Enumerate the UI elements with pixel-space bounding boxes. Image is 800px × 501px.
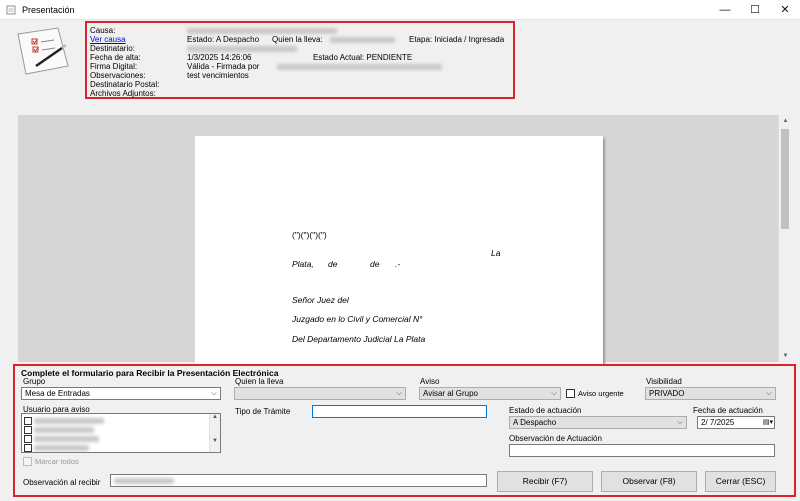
visibilidad-select-value: PRIVADO — [649, 389, 685, 398]
list-item[interactable] — [24, 442, 90, 452]
list-item[interactable] — [24, 433, 100, 443]
maximize-button[interactable]: ☐ — [740, 0, 770, 20]
quien-lleva-select-label: Quien la lleva — [235, 377, 284, 386]
doc-line-dot: .- — [395, 259, 401, 269]
causa-info-box: Causa: Ver causa Estado: A Despacho Quie… — [85, 21, 515, 99]
marcar-todos-checkbox[interactable] — [23, 457, 32, 466]
usuario-aviso-list[interactable]: ▲ ▼ — [21, 413, 221, 453]
document-page: (")(")(")(") La Plata, de de .- Señor Ju… — [195, 136, 603, 366]
document-checklist-icon — [17, 27, 69, 75]
user-checkbox[interactable] — [24, 443, 32, 452]
aviso-urgente-checkbox[interactable] — [566, 389, 575, 398]
fecha-alta-label: Fecha de alta: — [90, 53, 141, 62]
aviso-select-value: Avisar al Grupo — [423, 389, 478, 398]
scroll-down-icon[interactable]: ▼ — [779, 350, 792, 362]
fecha-actuacion-value: 2/ 7/2025 — [701, 418, 735, 427]
firmante-value — [277, 64, 442, 70]
causa-label: Causa: — [90, 26, 116, 35]
fecha-actuacion-label: Fecha de actuación — [693, 406, 763, 415]
fecha-actuacion-picker[interactable]: 2/ 7/2025 ▤▾ — [697, 416, 775, 429]
estado-text: Estado: A Despacho — [187, 35, 260, 44]
estado-actuacion-label: Estado de actuación — [509, 406, 582, 415]
minimize-button[interactable]: — — [710, 0, 740, 20]
visibilidad-select[interactable]: PRIVADO ⌵ — [645, 387, 776, 400]
etapa-text: Etapa: Iniciada / Ingresada — [409, 35, 505, 44]
title-bar: Presentación — ☐ ✕ — [0, 0, 800, 20]
doc-line-departamento: Del Departamento Judicial La Plata — [292, 334, 426, 344]
causa-value — [187, 28, 337, 34]
archivos-adjuntos-label: Archivos Adjuntos: — [90, 89, 156, 98]
app-icon — [6, 5, 16, 15]
doc-line-quotes: (")(")(")(") — [292, 230, 327, 240]
document-scrollbar[interactable]: ▲ ▼ — [778, 115, 791, 362]
chevron-down-icon: ⌵ — [396, 390, 402, 397]
aviso-urgente-label: Aviso urgente — [578, 389, 624, 398]
destinatario-label: Destinatario: — [90, 44, 135, 53]
grupo-select-value: Mesa de Entradas — [25, 389, 90, 398]
user-name — [34, 426, 95, 433]
destinatario-value — [187, 46, 297, 52]
firma-digital-label: Firma Digital: — [90, 62, 138, 71]
cerrar-button[interactable]: Cerrar (ESC) — [705, 471, 776, 492]
grupo-label: Grupo — [23, 377, 46, 386]
doc-line-plata: Plata, — [292, 259, 314, 269]
chevron-down-icon: ⌵ — [677, 419, 683, 426]
chevron-down-icon: ⌵ — [766, 390, 772, 397]
chevron-down-icon: ⌵ — [211, 390, 217, 397]
obs-actuacion-label: Observación de Actuación — [509, 434, 602, 443]
tipo-tramite-label: Tipo de Trámite — [235, 407, 291, 416]
recibir-form: Complete el formulario para Recibir la P… — [13, 364, 796, 497]
user-name — [34, 417, 105, 424]
ver-causa-link[interactable]: Ver causa — [90, 35, 126, 44]
window-title: Presentación — [22, 5, 75, 15]
scroll-thumb[interactable] — [781, 129, 789, 229]
calendar-icon[interactable]: ▤▾ — [763, 417, 773, 428]
recibir-button[interactable]: Recibir (F7) — [497, 471, 593, 492]
doc-line-senor-juez: Señor Juez del — [292, 295, 349, 305]
obs-recibir-label: Observación al recibir — [23, 478, 101, 487]
quien-lleva-label: Quien la lleva: — [272, 35, 323, 44]
list-item[interactable] — [24, 415, 105, 425]
obs-recibir-input[interactable] — [110, 474, 487, 487]
scroll-up-icon[interactable]: ▲ — [779, 115, 792, 127]
obs-recibir-value — [114, 477, 174, 484]
observar-button[interactable]: Observar (F8) — [601, 471, 697, 492]
user-name — [34, 435, 100, 442]
user-name — [34, 444, 90, 451]
quien-lleva-select[interactable]: ⌵ — [234, 387, 406, 400]
doc-line-de2: de — [370, 259, 380, 269]
obs-actuacion-input[interactable] — [509, 444, 775, 457]
presentation-window: Presentación — ☐ ✕ Causa: Ver causa Esta… — [0, 0, 800, 501]
estado-actuacion-select[interactable]: A Despacho ⌵ — [509, 416, 687, 429]
marcar-todos-label: Marcar todos — [35, 457, 79, 466]
doc-line-juzgado: Juzgado en lo Civil y Comercial N° — [292, 314, 423, 324]
grupo-select[interactable]: Mesa de Entradas ⌵ — [21, 387, 221, 400]
list-item[interactable] — [24, 424, 95, 434]
tipo-tramite-input[interactable] — [312, 405, 487, 418]
aviso-select[interactable]: Avisar al Grupo ⌵ — [419, 387, 561, 400]
estado-actuacion-select-value: A Despacho — [513, 418, 557, 427]
observaciones-label: Observaciones: — [90, 71, 146, 80]
visibilidad-label: Visibilidad — [646, 377, 682, 386]
observaciones-value: test vencimientos — [187, 71, 249, 80]
destinatario-postal-label: Destinatario Postal: — [90, 80, 160, 89]
doc-line-la: La — [491, 248, 501, 258]
firma-digital-value: Válida - Firmada por — [187, 62, 260, 71]
scroll-down-icon[interactable]: ▼ — [210, 438, 220, 444]
scroll-up-icon[interactable]: ▲ — [210, 414, 220, 420]
quien-lleva-value — [330, 37, 395, 43]
aviso-label: Aviso — [420, 377, 440, 386]
list-scrollbar[interactable]: ▲ ▼ — [209, 414, 220, 452]
chevron-down-icon: ⌵ — [551, 390, 557, 397]
doc-line-de1: de — [328, 259, 338, 269]
close-button[interactable]: ✕ — [770, 0, 800, 20]
fecha-alta-value: 1/3/2025 14:26:06 — [187, 53, 252, 62]
estado-actual-text: Estado Actual: PENDIENTE — [313, 53, 413, 62]
